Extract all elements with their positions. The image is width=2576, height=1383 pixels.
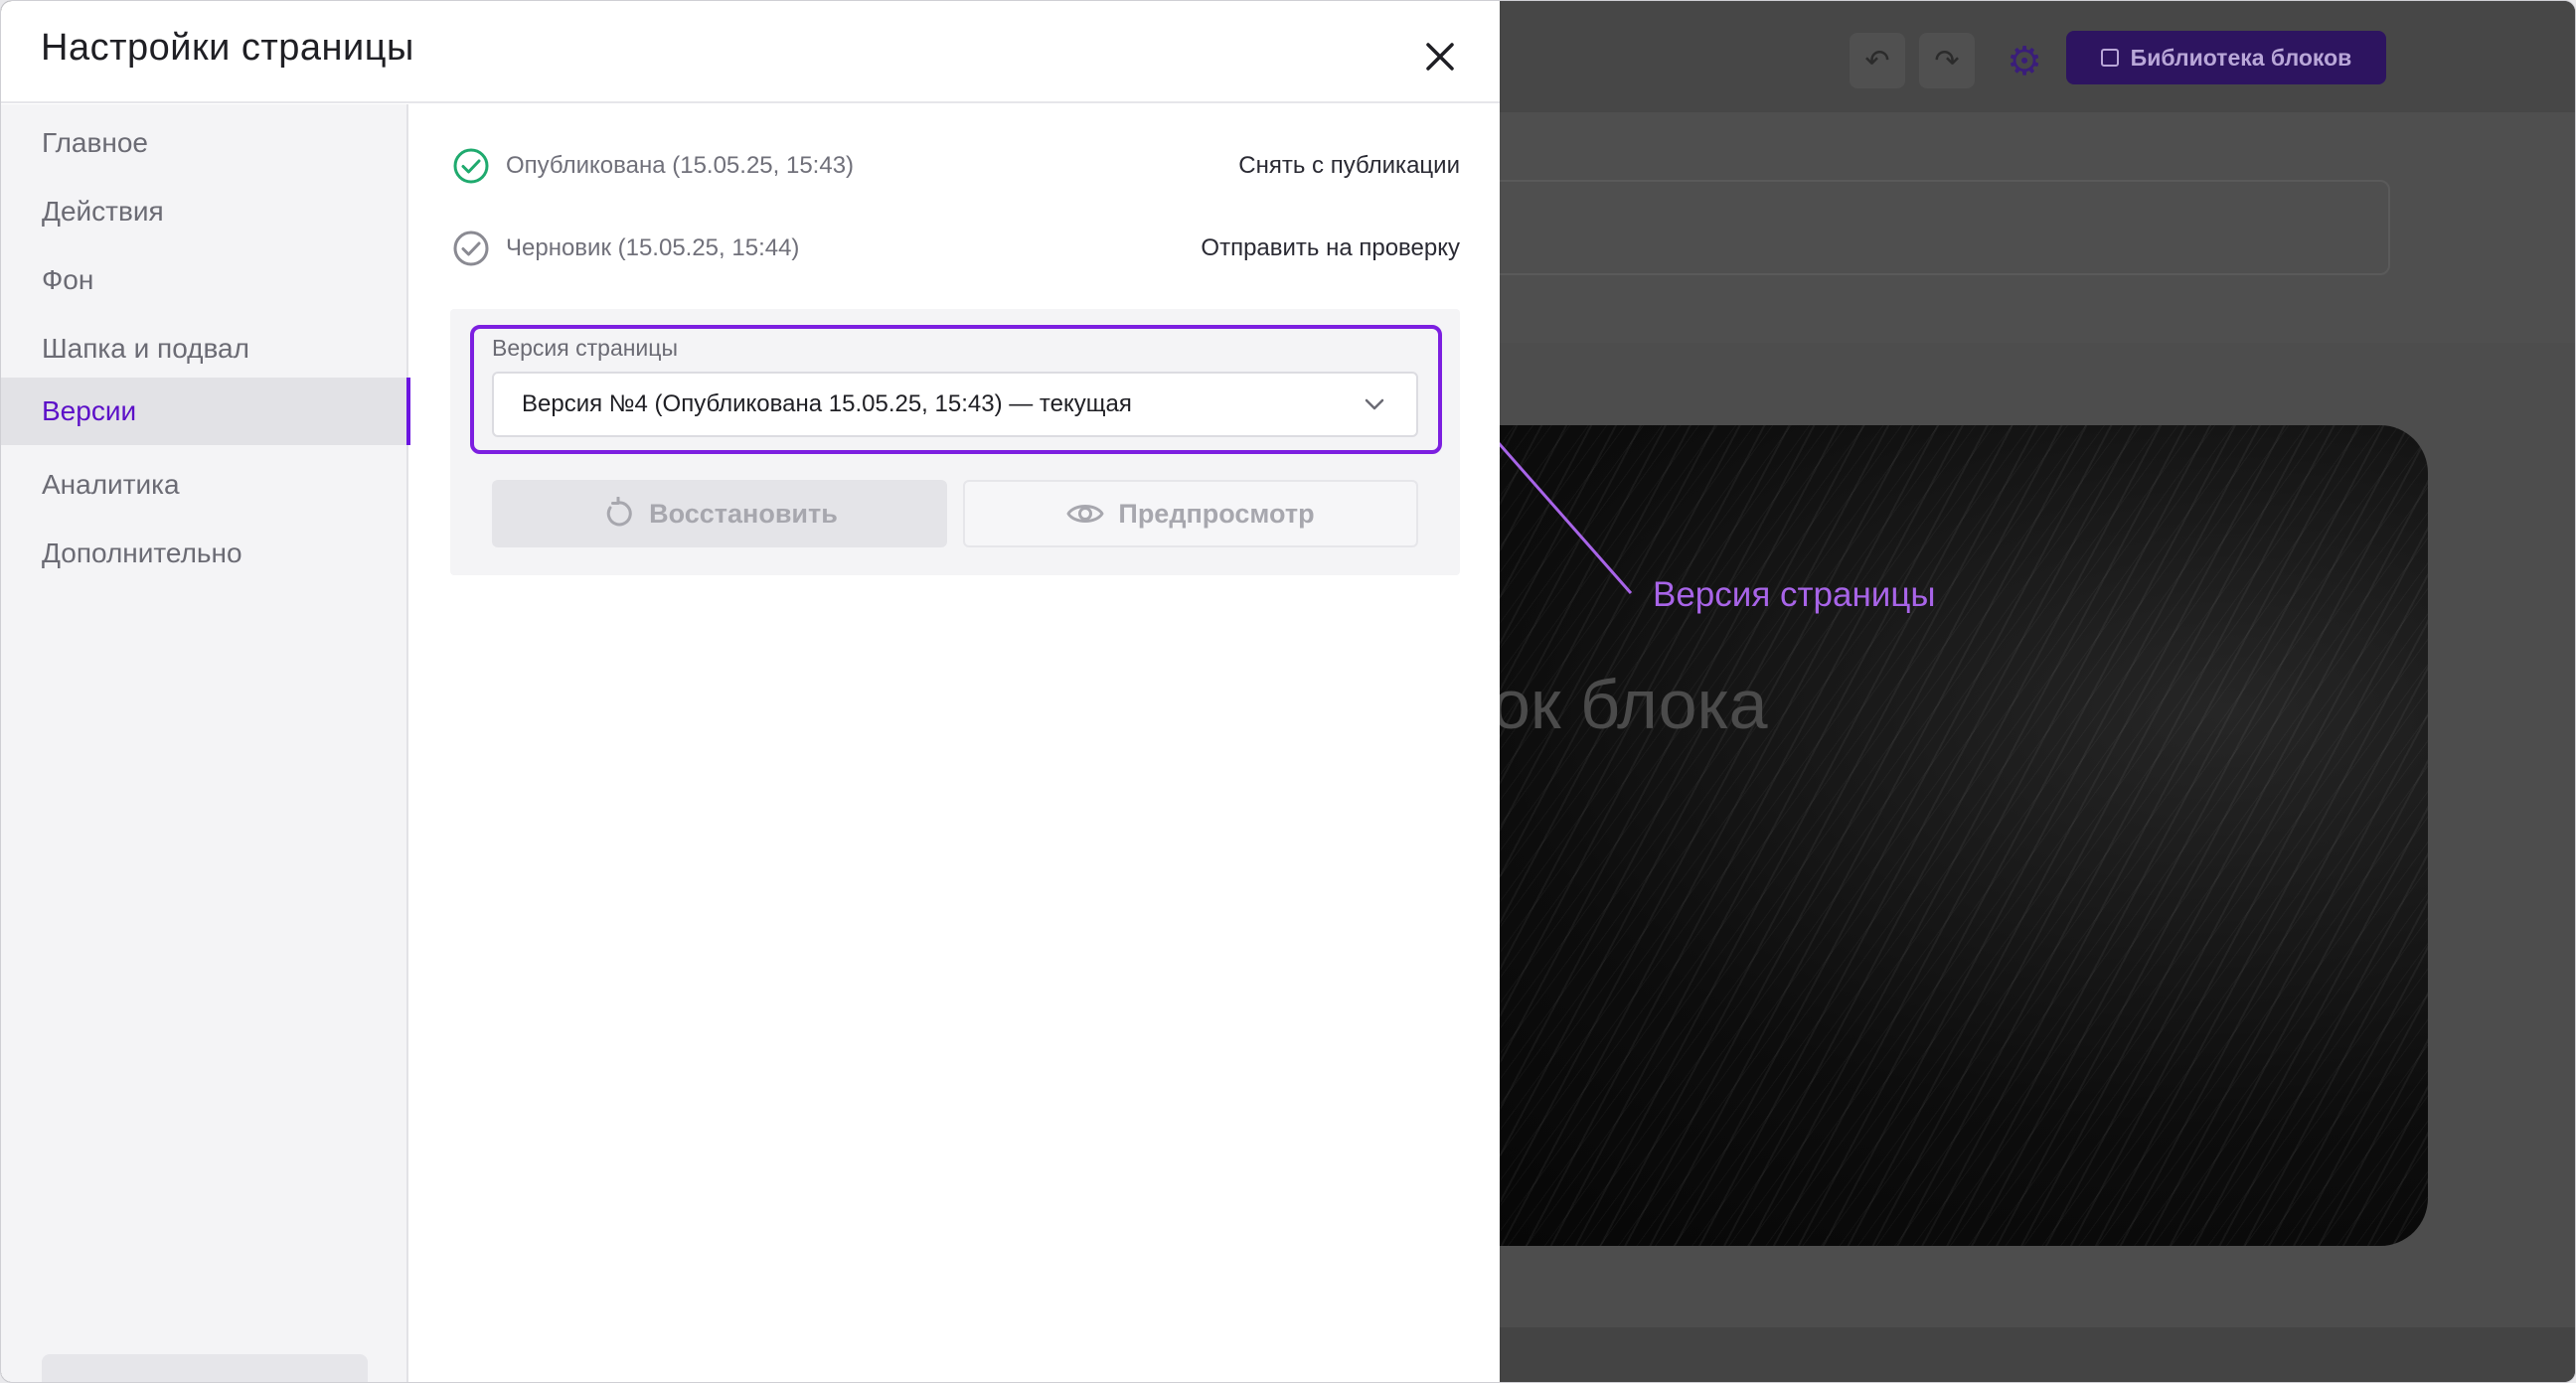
- check-circle-icon: [453, 230, 489, 266]
- sidebar-item-versions[interactable]: Версии: [1, 378, 410, 445]
- page-settings-modal: Настройки страницы Главное Действия Фон …: [1, 1, 1500, 1382]
- preview-button-label: Предпросмотр: [1118, 498, 1315, 529]
- modal-header: Настройки страницы: [1, 1, 1500, 103]
- modal-title: Настройки страницы: [41, 27, 414, 69]
- sidebar-item-label: Фон: [42, 264, 94, 295]
- check-circle-icon: [453, 148, 489, 184]
- published-status-text: Опубликована (15.05.25, 15:43): [506, 152, 855, 179]
- screenshot-frame: ↶ ↷ ⚙ Библиотека блоков ок блока Версия …: [0, 0, 2576, 1383]
- preview-button[interactable]: Предпросмотр: [963, 480, 1418, 547]
- send-for-review-link[interactable]: Отправить на проверку: [1201, 234, 1460, 262]
- unpublish-link[interactable]: Снять с публикации: [1238, 152, 1460, 180]
- sidebar-item-label: Аналитика: [42, 469, 180, 500]
- sidebar-item-advanced[interactable]: Дополнительно: [1, 520, 408, 587]
- sidebar-item-actions[interactable]: Действия: [1, 178, 408, 245]
- chevron-down-icon: [1365, 398, 1384, 410]
- sidebar-item-label: Шапка и подвал: [42, 333, 249, 364]
- draft-status-row: Черновик (15.05.25, 15:44) Отправить на …: [452, 224, 1460, 273]
- draft-status-text: Черновик (15.05.25, 15:44): [506, 234, 800, 261]
- sidebar-item-analytics[interactable]: Аналитика: [1, 451, 408, 519]
- close-icon: [1426, 43, 1454, 71]
- version-select-label: Версия страницы: [492, 335, 678, 361]
- close-button[interactable]: [1412, 29, 1468, 84]
- version-select[interactable]: Версия №4 (Опубликована 15.05.25, 15:43)…: [492, 372, 1418, 437]
- eye-icon: [1066, 505, 1104, 523]
- sidebar-item-main[interactable]: Главное: [1, 109, 408, 177]
- sidebar-bottom-button[interactable]: [42, 1354, 368, 1382]
- restore-button-label: Восстановить: [649, 498, 838, 529]
- restore-icon: [606, 497, 632, 527]
- sidebar-item-label: Главное: [42, 127, 148, 158]
- sidebar-item-label: Действия: [42, 196, 164, 227]
- restore-button[interactable]: Восстановить: [492, 480, 947, 547]
- sidebar-item-header-footer[interactable]: Шапка и подвал: [1, 315, 408, 383]
- published-status-row: Опубликована (15.05.25, 15:43) Снять с п…: [452, 141, 1460, 191]
- sidebar-item-background[interactable]: Фон: [1, 246, 408, 314]
- sidebar-item-label: Версии: [42, 395, 137, 426]
- callout-label: Версия страницы: [1653, 575, 1936, 614]
- version-select-value: Версия №4 (Опубликована 15.05.25, 15:43)…: [522, 390, 1132, 417]
- sidebar-item-label: Дополнительно: [42, 538, 242, 568]
- settings-sidebar: Главное Действия Фон Шапка и подвал Верс…: [1, 104, 410, 1382]
